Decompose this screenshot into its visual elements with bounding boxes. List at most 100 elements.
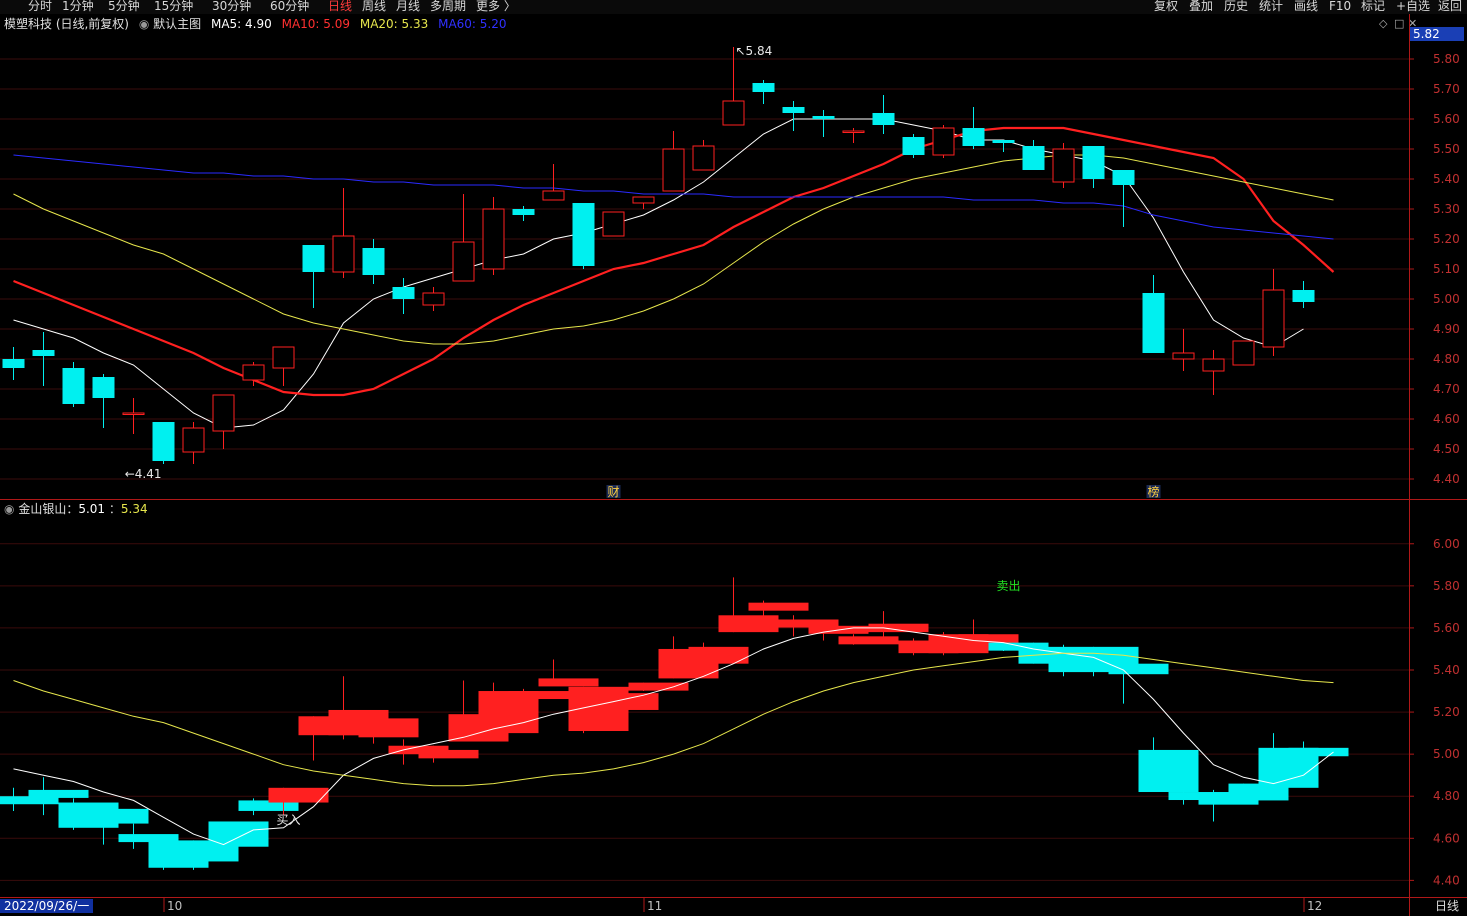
sub-y-tick-label: 5.80: [1433, 579, 1460, 593]
min-price-label: ←4.41: [125, 467, 162, 481]
candle-body: [242, 364, 265, 381]
main-y-tick-label: 5.20: [1433, 232, 1460, 246]
signal-bar: [1108, 663, 1169, 704]
candle-body: [752, 83, 775, 92]
candle-body: [842, 130, 865, 133]
main-candle: [212, 394, 235, 449]
signal-bar: [508, 688, 569, 700]
candle-body: [422, 292, 445, 306]
candle-body: [962, 128, 985, 146]
main-y-tick-label: 5.60: [1433, 112, 1460, 126]
main-candle: [992, 140, 1015, 152]
candle-body: [932, 127, 955, 156]
main-candle: [1052, 143, 1075, 188]
main-candle: [62, 362, 85, 407]
main-candle: [902, 134, 925, 158]
sub-y-tick-label: 6.00: [1433, 537, 1460, 551]
candle-body: [542, 190, 565, 201]
candle-body: [1262, 289, 1285, 348]
candle-body: [1082, 146, 1105, 179]
candle-body: [122, 412, 145, 415]
candle-body: [1232, 340, 1255, 366]
current-price-badge: 5.82: [1410, 27, 1464, 41]
signal-bar: [598, 693, 659, 710]
main-y-tick-label: 5.70: [1433, 82, 1460, 96]
main-y-tick-label: 5.80: [1433, 52, 1460, 66]
event-marker-label: 榜: [1147, 484, 1159, 499]
signal-block: [1288, 747, 1349, 757]
candle-body: [992, 140, 1015, 143]
candle-body: [1172, 352, 1195, 360]
main-candle: [1232, 340, 1255, 366]
x-tick-label: 10: [167, 899, 182, 913]
main-candle: [662, 131, 685, 192]
candle-body: [1052, 148, 1075, 183]
candle-body: [782, 107, 805, 113]
main-candle: [452, 194, 475, 282]
candle-body: [722, 100, 745, 126]
candle-body: [212, 394, 235, 432]
main-y-tick-label: 5.30: [1433, 202, 1460, 216]
main-candle: [332, 188, 355, 278]
main-candle: [1292, 281, 1315, 308]
ma-line-ma5: [13, 118, 1304, 429]
x-tick-label: 12: [1307, 899, 1322, 913]
main-candle: [182, 422, 205, 464]
main-candle: [812, 110, 835, 137]
period-indicator[interactable]: 日线: [1435, 899, 1459, 913]
main-candle: [122, 398, 145, 434]
main-candle: [602, 211, 625, 237]
signal-bar: [748, 600, 809, 618]
candle-body: [1112, 170, 1135, 185]
candle-body: [362, 248, 385, 275]
candle-body: [1142, 293, 1165, 353]
signal-block: [88, 808, 149, 824]
candle-body: [662, 148, 685, 192]
main-candle: [962, 107, 985, 149]
signal-block: [358, 718, 419, 738]
candle-body: [32, 350, 55, 356]
kline-chart[interactable]: 5.80 5.70 5.60 5.50 5.40 5.30 5.20 5.10 5.00 4.90…: [0, 0, 1467, 916]
main-candle: [1202, 350, 1225, 395]
main-candle: [692, 140, 715, 171]
sub-y-tick-label: 5.20: [1433, 705, 1460, 719]
main-candle: [782, 101, 805, 131]
sub-y-tick-label: 5.40: [1433, 663, 1460, 677]
main-y-tick-label: 4.90: [1433, 322, 1460, 336]
main-y-tick-label: 4.50: [1433, 442, 1460, 456]
signal-block: [1108, 663, 1169, 675]
main-candle: [2, 347, 25, 380]
main-candle: [272, 346, 295, 386]
main-candle: [1022, 140, 1045, 170]
main-y-tick-label: 5.00: [1433, 292, 1460, 306]
candle-body: [152, 422, 175, 461]
main-candle: [572, 203, 595, 269]
signal-bar: [628, 682, 689, 692]
signal-block: [598, 693, 659, 710]
candle-body: [62, 368, 85, 404]
sub-y-tick-label: 5.00: [1433, 747, 1460, 761]
main-y-tick-label: 4.40: [1433, 472, 1460, 486]
main-y-tick-label: 5.50: [1433, 142, 1460, 156]
signal-bar: [538, 659, 599, 687]
candle-body: [452, 241, 475, 282]
candle-body: [812, 116, 835, 119]
signal-bar: [268, 787, 329, 816]
main-candle: [542, 164, 565, 201]
signal-block: [748, 602, 809, 611]
main-candle: [392, 278, 415, 314]
main-candle: [1172, 329, 1195, 371]
main-y-tick-label: 4.70: [1433, 382, 1460, 396]
signal-bar: [838, 634, 899, 645]
main-candle: [632, 196, 655, 209]
candle-body: [392, 287, 415, 299]
main-y-tick-label: 5.40: [1433, 172, 1460, 186]
main-candle: [512, 206, 535, 221]
candle-body: [302, 245, 325, 272]
signal-block: [508, 691, 569, 700]
candle-body: [272, 346, 295, 369]
candle-body: [902, 137, 925, 155]
signal-block: [838, 636, 899, 645]
signal-label: 买入: [276, 813, 300, 827]
main-y-tick-label: 5.10: [1433, 262, 1460, 276]
